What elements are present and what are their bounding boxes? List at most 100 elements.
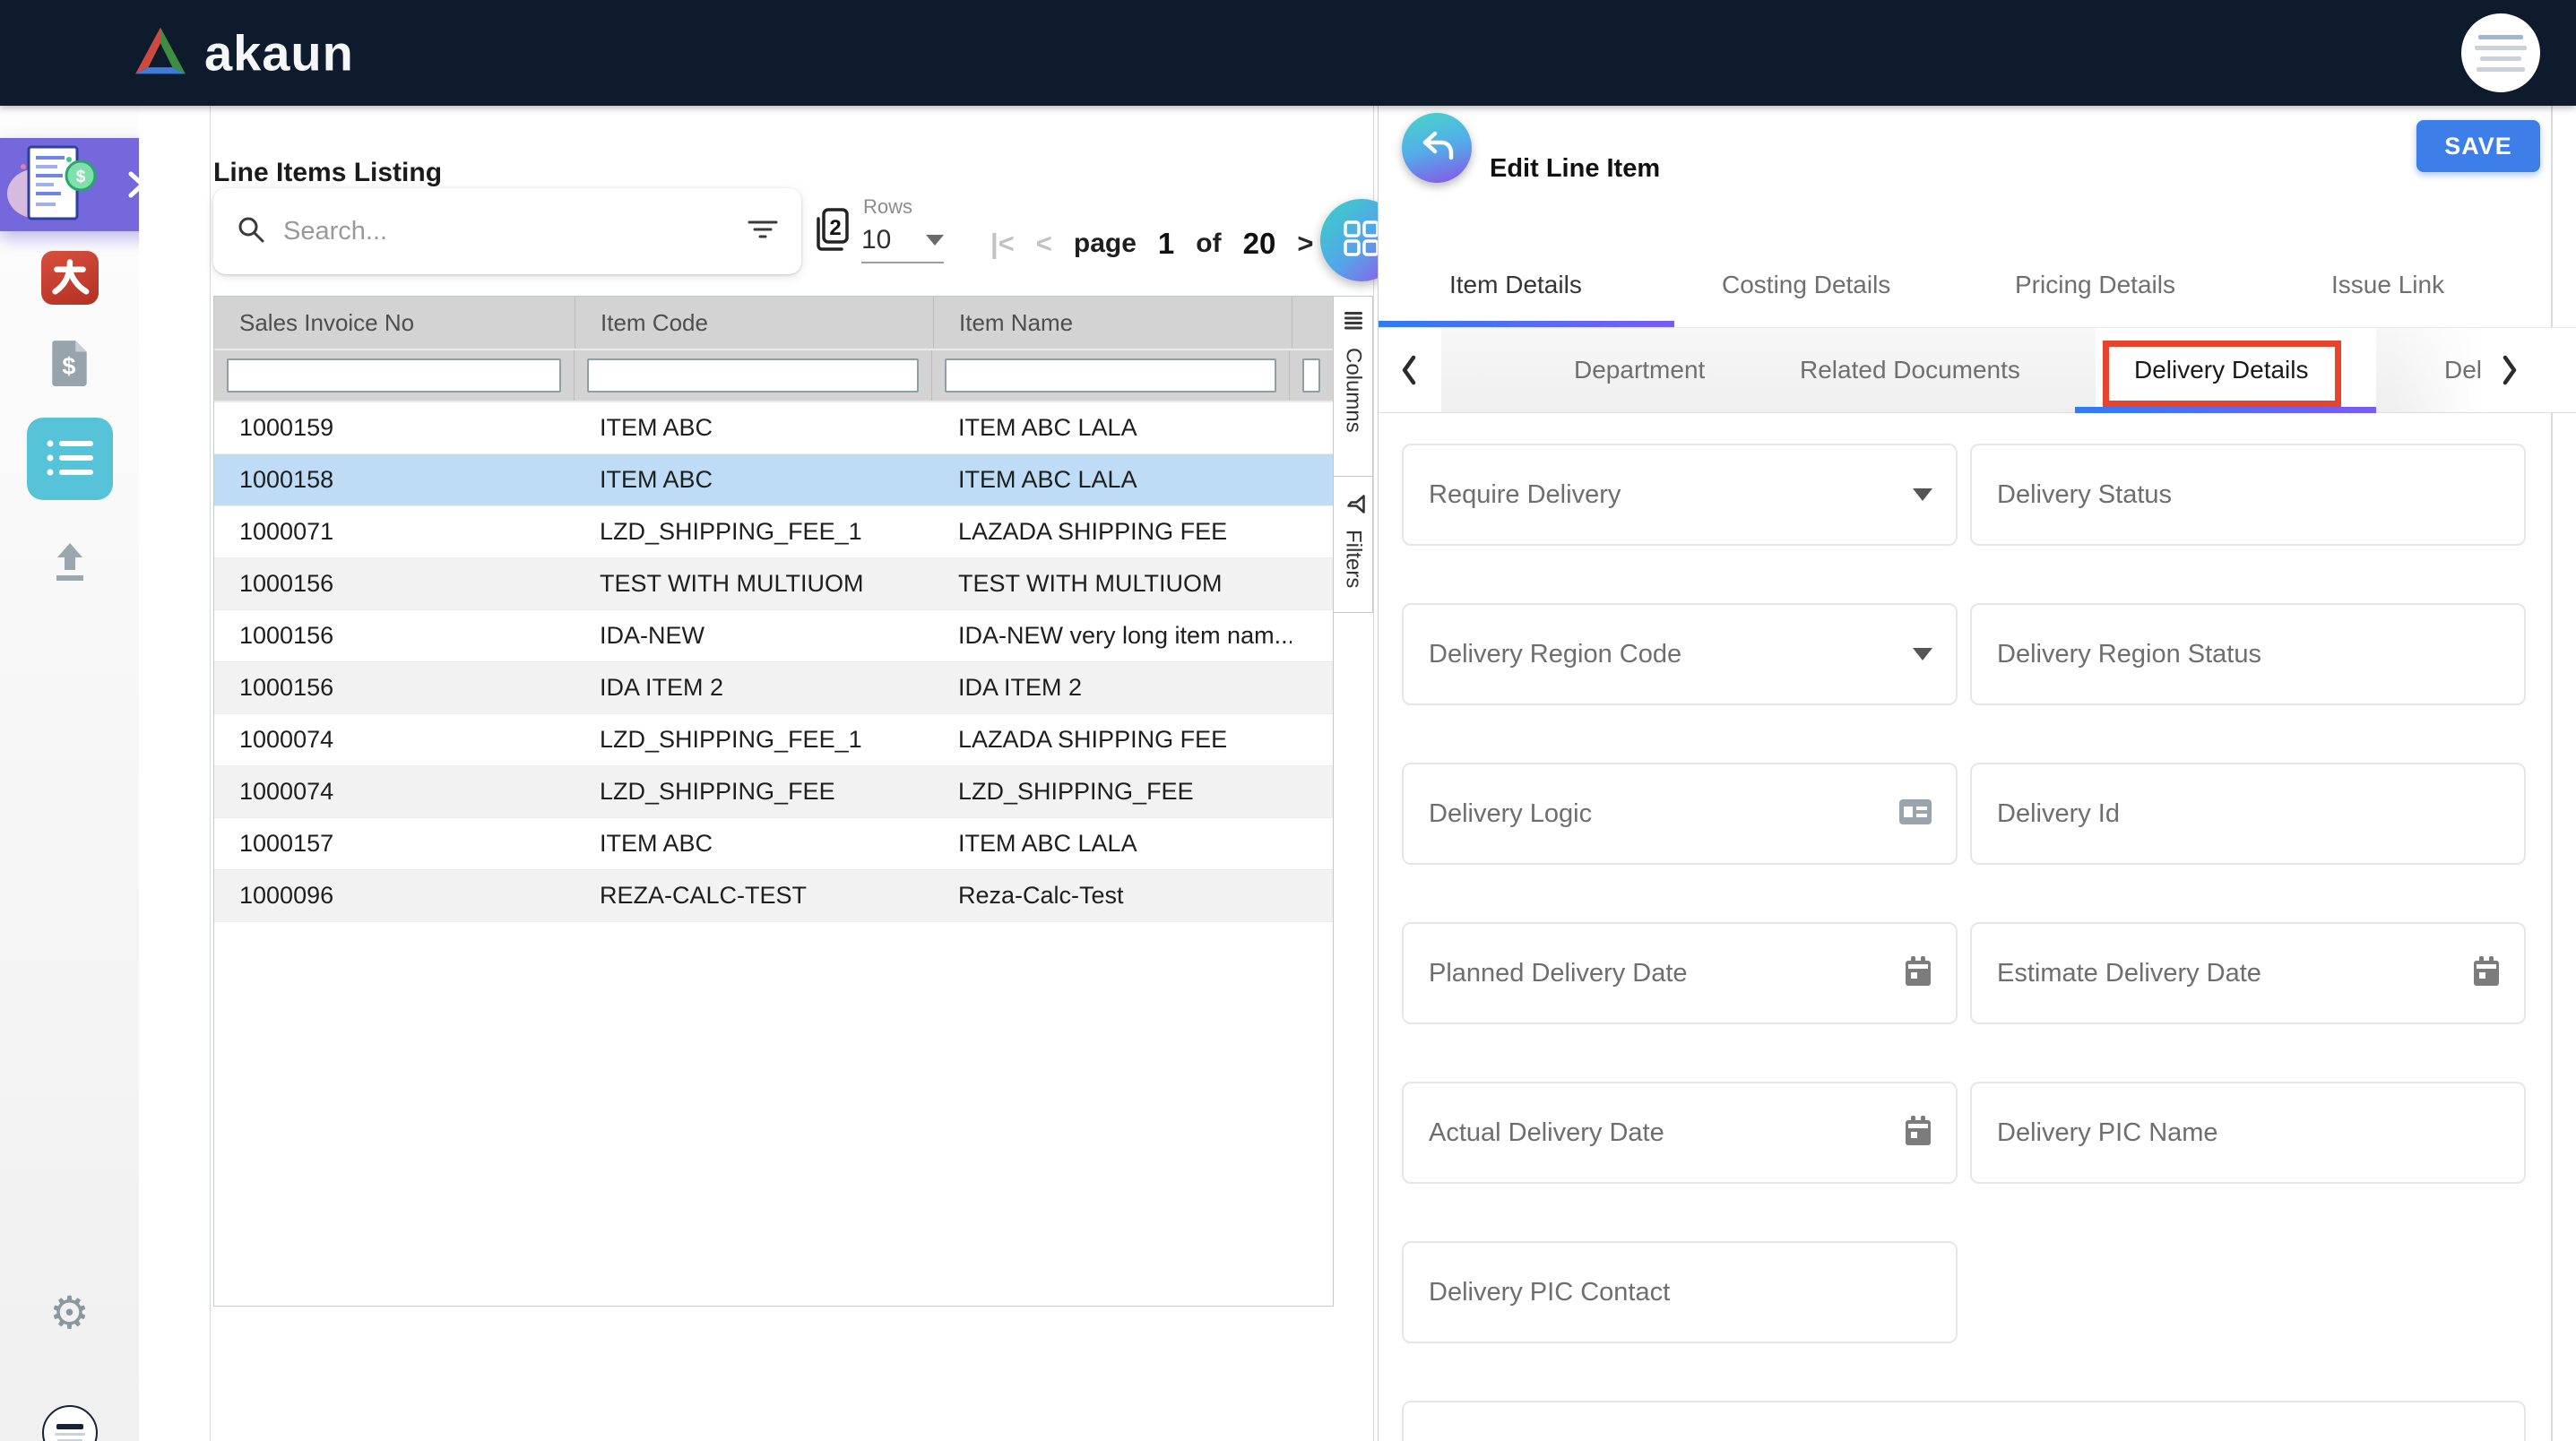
- field-placeholder: Require Delivery: [1429, 480, 1913, 510]
- column-header-item-name[interactable]: Item Name: [933, 297, 1292, 349]
- filter-input-item-name[interactable]: [945, 358, 1276, 393]
- search-icon: [237, 215, 265, 248]
- table-side-tabs: Columns Filters: [1334, 296, 1373, 613]
- module-sidebar: $: [0, 106, 139, 1441]
- calendar-icon: [2472, 955, 2501, 992]
- pages-view-icon[interactable]: 2: [809, 206, 852, 257]
- delivery-logic-field[interactable]: Delivery Logic: [1402, 763, 1958, 865]
- edit-line-item-panel: Edit Line Item SAVE Item Details Costing…: [1378, 106, 2576, 1441]
- cell-item-name: LZD_SHIPPING_FEE: [933, 778, 1292, 806]
- columns-icon: [1344, 311, 1363, 335]
- save-button[interactable]: SAVE: [2416, 120, 2540, 172]
- user-avatar[interactable]: [2461, 13, 2540, 92]
- settings-gear-icon[interactable]: ⚙: [49, 1287, 90, 1339]
- chevron-down-icon: [926, 235, 944, 246]
- previous-page-button[interactable]: <: [1036, 228, 1052, 260]
- actual-delivery-date-field[interactable]: Actual Delivery Date: [1402, 1082, 1958, 1184]
- next-page-button[interactable]: >: [1297, 228, 1313, 260]
- form-empty-cell: [1970, 1241, 2526, 1343]
- field-placeholder: Delivery Logic: [1429, 799, 1898, 829]
- subtab-truncated[interactable]: Del: [2444, 328, 2482, 412]
- table-row[interactable]: 1000156 IDA-NEW IDA-NEW very long item n…: [214, 610, 1333, 662]
- funnel-icon: [1340, 494, 1366, 515]
- subtab-department[interactable]: Department: [1574, 328, 1705, 412]
- rows-per-page-value: 10: [861, 225, 891, 255]
- page-word: page: [1074, 229, 1137, 259]
- delivery-region-status-field[interactable]: Delivery Region Status: [1970, 603, 2526, 705]
- tab-item-details[interactable]: Item Details: [1449, 271, 1582, 299]
- table-row[interactable]: 1000156 TEST WITH MULTIUOM TEST WITH MUL…: [214, 558, 1333, 610]
- cell-item-name: ITEM ABC LALA: [933, 466, 1292, 494]
- of-word: of: [1196, 229, 1221, 259]
- require-delivery-field[interactable]: Require Delivery: [1402, 444, 1958, 546]
- table-row[interactable]: 1000156 IDA ITEM 2 IDA ITEM 2: [214, 662, 1333, 714]
- subtabs-scroll-left-button[interactable]: [1400, 355, 1418, 390]
- menu-open-icon: [127, 170, 139, 203]
- sidebar-profile-avatar[interactable]: [42, 1405, 98, 1441]
- table-row[interactable]: 1000074 LZD_SHIPPING_FEE_1 LAZADA SHIPPI…: [214, 714, 1333, 766]
- field-placeholder: Delivery Id: [1997, 799, 2501, 829]
- tab-pricing-details[interactable]: Pricing Details: [2015, 271, 2175, 299]
- back-button[interactable]: [1402, 113, 1472, 183]
- avatar-detail: [55, 1433, 85, 1436]
- first-page-button[interactable]: |<: [990, 228, 1015, 260]
- delivery-id-field[interactable]: Delivery Id: [1970, 763, 2526, 865]
- cell-sales-invoice-no: 1000159: [214, 414, 575, 442]
- sidebar-item-invoicing-banner[interactable]: $: [0, 138, 139, 231]
- filter-input-item-code[interactable]: [587, 358, 919, 393]
- svg-text:$: $: [62, 352, 75, 379]
- cell-item-code: ITEM ABC: [575, 414, 933, 442]
- sidebar-item-line-items[interactable]: [27, 418, 113, 500]
- search-input[interactable]: [281, 216, 731, 247]
- page-title: Line Items Listing: [213, 158, 442, 188]
- current-page-value[interactable]: 1: [1158, 227, 1174, 261]
- table-row[interactable]: 1000159 ITEM ABC ITEM ABC LALA: [214, 402, 1333, 454]
- filter-input-sales-invoice-no[interactable]: [227, 358, 561, 393]
- delivery-pic-contact-field[interactable]: Delivery PIC Contact: [1402, 1241, 1958, 1343]
- active-tab-underline: [1379, 321, 1674, 327]
- column-header-sales-invoice-no[interactable]: Sales Invoice No: [214, 297, 575, 349]
- tab-costing-details[interactable]: Costing Details: [1722, 271, 1890, 299]
- rows-per-page-select[interactable]: 10: [861, 219, 944, 263]
- cell-item-name: ITEM ABC LALA: [933, 414, 1292, 442]
- avatar-detail: [2477, 67, 2525, 72]
- list-icon: [45, 434, 95, 485]
- columns-tab[interactable]: Columns: [1334, 296, 1373, 477]
- filter-input-partial[interactable]: [1302, 358, 1320, 393]
- cell-sales-invoice-no: 1000157: [214, 830, 575, 858]
- cell-item-code: LZD_SHIPPING_FEE: [575, 778, 933, 806]
- subtabs-scroll-right-button[interactable]: [2501, 355, 2519, 390]
- annotation-highlight-box: [2103, 341, 2341, 407]
- sidebar-item-upload[interactable]: [50, 541, 90, 587]
- table-row[interactable]: 1000074 LZD_SHIPPING_FEE LZD_SHIPPING_FE…: [214, 766, 1333, 818]
- table-row-selected[interactable]: 1000158 ITEM ABC ITEM ABC LALA: [214, 454, 1333, 506]
- sidebar-item-dahua-app[interactable]: [41, 251, 99, 305]
- chevron-down-icon: [1913, 488, 1932, 501]
- top-navbar: akaun: [0, 0, 2576, 106]
- sort-filter-icon[interactable]: [748, 219, 778, 245]
- tab-issue-link[interactable]: Issue Link: [2331, 271, 2444, 299]
- delivery-pic-name-field[interactable]: Delivery PIC Name: [1970, 1082, 2526, 1184]
- delivery-status-field[interactable]: Delivery Status: [1970, 444, 2526, 546]
- table-row[interactable]: 1000096 REZA-CALC-TEST Reza-Calc-Test: [214, 870, 1333, 922]
- rows-per-page-label: Rows: [863, 195, 912, 219]
- table-filter-row: [214, 350, 1333, 402]
- delivery-region-code-field[interactable]: Delivery Region Code: [1402, 603, 1958, 705]
- cell-item-code: ITEM ABC: [575, 830, 933, 858]
- filters-tab[interactable]: Filters: [1334, 477, 1373, 613]
- table-row[interactable]: 1000071 LZD_SHIPPING_FEE_1 LAZADA SHIPPI…: [214, 506, 1333, 558]
- planned-delivery-date-field[interactable]: Planned Delivery Date: [1402, 922, 1958, 1024]
- cutoff-wide-field[interactable]: [1402, 1401, 2526, 1441]
- sidebar-item-billing-doc[interactable]: $: [49, 339, 91, 392]
- column-header-item-code[interactable]: Item Code: [575, 297, 933, 349]
- subtab-related-documents[interactable]: Related Documents: [1800, 328, 2020, 412]
- chevron-down-icon: [1913, 648, 1932, 660]
- field-placeholder: Estimate Delivery Date: [1997, 959, 2472, 988]
- editor-tabs: Item Details Costing Details Pricing Det…: [1379, 240, 2576, 327]
- cell-item-code: LZD_SHIPPING_FEE_1: [575, 518, 933, 546]
- estimate-delivery-date-field[interactable]: Estimate Delivery Date: [1970, 922, 2526, 1024]
- calendar-icon: [1904, 1115, 1932, 1152]
- field-placeholder: Delivery PIC Name: [1997, 1118, 2501, 1148]
- table-row[interactable]: 1000157 ITEM ABC ITEM ABC LALA: [214, 818, 1333, 870]
- brand-logo[interactable]: akaun: [133, 24, 354, 82]
